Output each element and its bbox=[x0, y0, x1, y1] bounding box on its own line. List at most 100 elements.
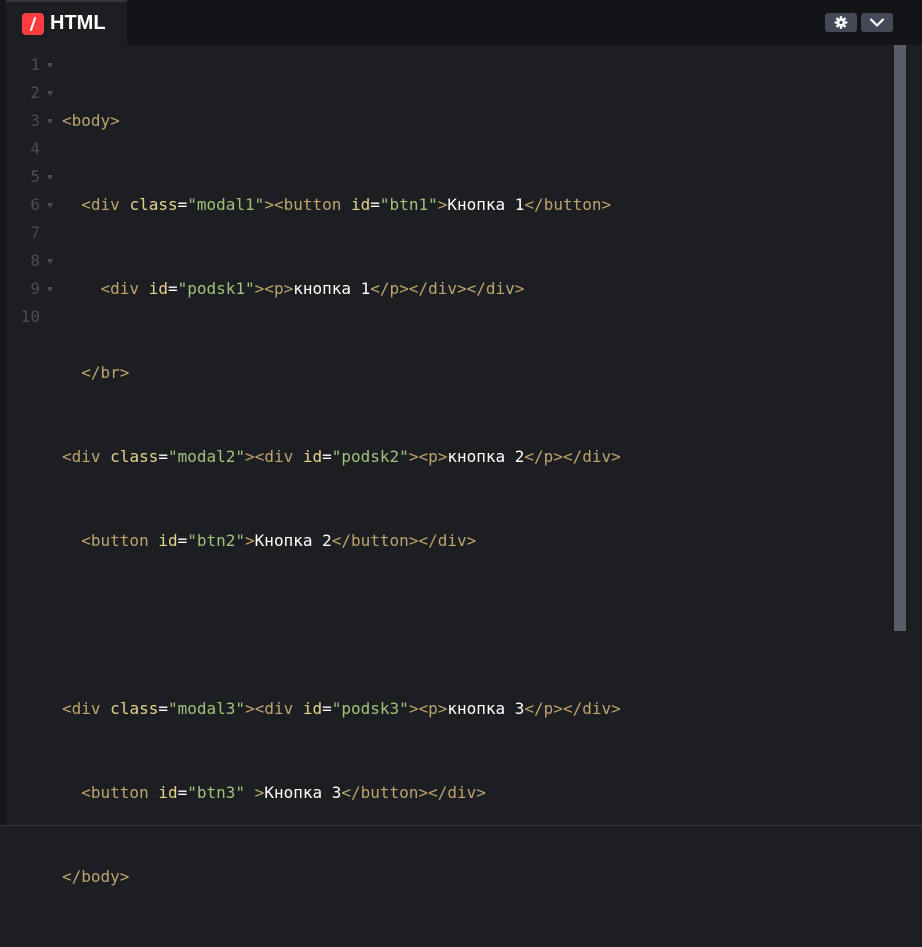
equals-token: = bbox=[177, 195, 188, 214]
string-token: "btn2" bbox=[187, 531, 246, 550]
code-line[interactable]: <body> bbox=[62, 107, 882, 135]
tag-token: </p></div></div> bbox=[370, 279, 525, 298]
fold-arrow-icon[interactable] bbox=[47, 91, 53, 96]
text-token: Кнопка 3 bbox=[264, 783, 342, 802]
fold-arrow-icon[interactable] bbox=[47, 63, 53, 68]
tag-token: </button></div> bbox=[331, 531, 477, 550]
code-line[interactable]: <button id="btn2">Кнопка 2</button></div… bbox=[62, 527, 882, 555]
panel-right-edge bbox=[906, 45, 922, 825]
attr-token: id bbox=[158, 783, 178, 802]
attr-token: class bbox=[129, 195, 178, 214]
fold-arrow-icon[interactable] bbox=[47, 119, 53, 124]
code-line[interactable]: <div id="podsk1"><p>кнопка 1</p></div></… bbox=[62, 275, 882, 303]
settings-button[interactable] bbox=[825, 13, 857, 32]
tag-token: <div bbox=[62, 447, 111, 466]
tag-token: <button bbox=[81, 531, 159, 550]
slash-logo-icon bbox=[22, 13, 44, 35]
equals-token: = bbox=[158, 699, 168, 718]
code-line[interactable]: </body> bbox=[62, 863, 882, 891]
fold-arrow-icon[interactable] bbox=[47, 203, 53, 208]
line-number: 4 bbox=[30, 139, 40, 158]
string-token: "modal1" bbox=[187, 195, 265, 214]
resize-bar[interactable] bbox=[0, 825, 922, 845]
tag-token: ><button bbox=[264, 195, 352, 214]
equals-token: = bbox=[177, 531, 188, 550]
line-number: 1 bbox=[30, 55, 40, 74]
string-token: "podsk1" bbox=[177, 279, 255, 298]
code-line[interactable] bbox=[62, 611, 882, 639]
text-token: кнопка 2 bbox=[447, 447, 525, 466]
tag-token: <button bbox=[81, 783, 159, 802]
string-token: "podsk3" bbox=[331, 699, 409, 718]
scrollbar-thumb[interactable] bbox=[894, 45, 906, 631]
string-token: "modal3" bbox=[167, 699, 246, 718]
line-number: 5 bbox=[30, 167, 40, 186]
string-token: "modal2" bbox=[167, 447, 246, 466]
code-area[interactable]: <body> <div class="modal1"><button id="b… bbox=[62, 51, 882, 947]
editor-header bbox=[127, 0, 922, 45]
line-number: 2 bbox=[30, 83, 40, 102]
line-number-gutter: 1 2 3 4 5 6 7 8 9 10 bbox=[6, 51, 53, 351]
line-number: 3 bbox=[30, 111, 40, 130]
fold-arrow-icon[interactable] bbox=[47, 175, 53, 180]
tag-token: </body> bbox=[62, 867, 130, 886]
tag-token: ><p> bbox=[254, 279, 294, 298]
tag-token: </button></div> bbox=[341, 783, 486, 802]
equals-token: = bbox=[322, 699, 332, 718]
string-token: "btn1" bbox=[379, 195, 438, 214]
text-token: кнопка 1 bbox=[293, 279, 371, 298]
attr-token: class bbox=[110, 699, 159, 718]
tag-token: > bbox=[437, 195, 448, 214]
tag-token: <div bbox=[81, 195, 130, 214]
code-line[interactable]: <button id="btn3" >Кнопка 3</button></di… bbox=[62, 779, 882, 807]
tag-token: </button> bbox=[524, 195, 612, 214]
code-line[interactable]: <div class="modal3"><div id="podsk3"><p>… bbox=[62, 695, 882, 723]
tag-token: > bbox=[245, 531, 255, 550]
code-line[interactable]: <div class="modal1"><button id="btn1">Кн… bbox=[62, 191, 882, 219]
equals-token: = bbox=[167, 279, 178, 298]
tag-token: ><div bbox=[245, 699, 303, 718]
string-token: "btn3" bbox=[187, 783, 246, 802]
tag-token: ><p> bbox=[408, 699, 448, 718]
equals-token: = bbox=[158, 447, 168, 466]
code-line[interactable]: </br> bbox=[62, 359, 882, 387]
line-number: 8 bbox=[30, 251, 40, 270]
tag-token: </br> bbox=[81, 363, 130, 382]
line-number: 10 bbox=[20, 307, 40, 326]
fold-arrow-icon[interactable] bbox=[47, 287, 53, 292]
code-line[interactable]: <div class="modal2"><div id="podsk2"><p>… bbox=[62, 443, 882, 471]
tag-token: <div bbox=[62, 699, 111, 718]
equals-token: = bbox=[370, 195, 380, 214]
tag-token: </p></div> bbox=[524, 699, 621, 718]
gear-icon bbox=[834, 16, 848, 29]
tag-token: ><p> bbox=[408, 447, 448, 466]
string-token: "podsk2" bbox=[331, 447, 409, 466]
tag-token: </p></div> bbox=[524, 447, 621, 466]
collapse-button[interactable] bbox=[861, 13, 893, 32]
line-number: 6 bbox=[30, 195, 40, 214]
text-token: Кнопка 2 bbox=[254, 531, 332, 550]
line-number: 9 bbox=[30, 279, 40, 298]
text-token: кнопка 3 bbox=[447, 699, 525, 718]
equals-token: = bbox=[177, 783, 188, 802]
chevron-down-icon bbox=[869, 18, 885, 27]
equals-token: = bbox=[322, 447, 332, 466]
attr-token: id bbox=[351, 195, 371, 214]
attr-token: id bbox=[148, 279, 168, 298]
attr-token: id bbox=[302, 447, 323, 466]
tag-token: ><div bbox=[245, 447, 303, 466]
tab-title: HTML bbox=[50, 12, 106, 34]
attr-token: class bbox=[110, 447, 159, 466]
tag-token: <body> bbox=[62, 111, 120, 130]
fold-arrow-icon[interactable] bbox=[47, 259, 53, 264]
code-editor-panel: HTML 1 2 3 4 5 6 7 8 9 10 <body> <div cl… bbox=[0, 0, 922, 886]
tab-html[interactable]: HTML bbox=[6, 0, 127, 45]
tag-token: <div bbox=[100, 279, 149, 298]
tag-token: > bbox=[254, 783, 265, 802]
